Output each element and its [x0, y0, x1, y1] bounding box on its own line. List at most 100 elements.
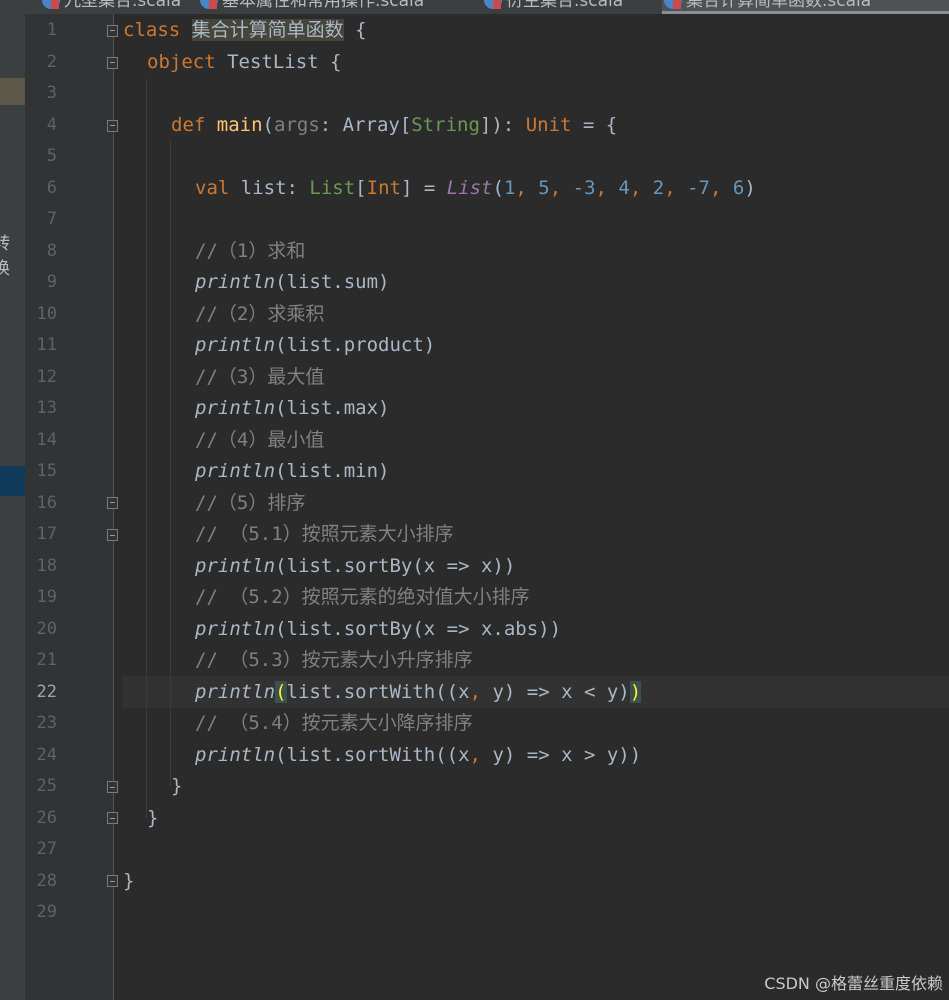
line-number-current[interactable]: 22: [25, 677, 57, 708]
code-line-4[interactable]: def main(args: Array[String]): Unit = {: [171, 110, 617, 141]
fold-end-icon[interactable]: [107, 781, 118, 793]
number: 5: [538, 177, 550, 199]
code-line-26[interactable]: }: [147, 803, 158, 834]
line-number[interactable]: 28: [25, 866, 57, 897]
keyword: object: [147, 51, 216, 73]
code-text: (list.sortBy(x => x.abs)): [275, 618, 562, 640]
type-name: List: [309, 177, 356, 199]
code-line-20[interactable]: println(list.sortBy(x => x.abs)): [195, 614, 561, 645]
line-number[interactable]: 2: [25, 47, 57, 78]
code-line-24[interactable]: println(list.sortWith((x, y) => x > y)): [195, 740, 641, 771]
code-comment[interactable]: //（4）最小值: [195, 425, 324, 456]
tab-basic-attributes[interactable]: 基本属性和常用操作.scala: [198, 0, 424, 13]
keyword: class: [123, 19, 181, 41]
code-line-28[interactable]: }: [123, 866, 134, 897]
function-call: println: [195, 271, 276, 293]
line-number[interactable]: 5: [25, 141, 57, 172]
line-number[interactable]: 6: [25, 173, 57, 204]
line-number[interactable]: 25: [25, 771, 57, 802]
fold-toggle-icon[interactable]: [107, 497, 118, 509]
line-number[interactable]: 10: [25, 299, 57, 330]
fold-toggle-icon[interactable]: [107, 57, 118, 69]
tool-strip-selection[interactable]: [0, 466, 25, 496]
fold-end-icon[interactable]: [107, 812, 118, 824]
line-number[interactable]: 7: [25, 204, 57, 235]
left-tool-strip: 转换: [0, 0, 25, 1000]
line-number[interactable]: 1: [25, 15, 57, 46]
code-line-2[interactable]: object TestList {: [147, 47, 341, 78]
code-comment[interactable]: // （5.3）按元素大小升序排序: [195, 645, 473, 676]
number: 1: [503, 177, 516, 199]
line-number[interactable]: 29: [25, 897, 57, 928]
line-number[interactable]: 3: [25, 78, 57, 109]
code-comment[interactable]: // （5.4）按元素大小降序排序: [195, 708, 473, 739]
tab-derived-collections[interactable]: 衍生集合.scala: [482, 0, 623, 13]
line-number[interactable]: 19: [25, 582, 57, 613]
line-number[interactable]: 15: [25, 456, 57, 487]
code-text: ]):: [479, 114, 526, 136]
keyword: val: [195, 177, 230, 199]
line-number[interactable]: 16: [25, 488, 57, 519]
fold-toggle-icon[interactable]: [107, 120, 118, 132]
line-number[interactable]: 23: [25, 708, 57, 739]
indent-guide: [170, 141, 171, 786]
indent-guide: [146, 78, 147, 818]
code-text: : Array[: [319, 114, 412, 136]
line-number[interactable]: 27: [25, 834, 57, 865]
class-name: 集合计算简单函数: [191, 19, 344, 41]
line-number[interactable]: 9: [25, 267, 57, 298]
fold-end-icon[interactable]: [107, 529, 118, 541]
code-comment[interactable]: //（1）求和: [195, 236, 305, 267]
tab-collection-functions[interactable]: 集合计算简单函数.scala: [662, 0, 949, 14]
code-comment[interactable]: //（2）求乘积: [195, 299, 324, 330]
code-line-1[interactable]: class 集合计算简单函数 {: [123, 15, 367, 46]
line-number[interactable]: 18: [25, 551, 57, 582]
code-comment[interactable]: // （5.1）按照元素大小排序: [195, 519, 454, 550]
matched-paren: ): [629, 681, 642, 703]
line-number[interactable]: 21: [25, 645, 57, 676]
line-number[interactable]: 14: [25, 425, 57, 456]
code-text: list:: [229, 177, 310, 199]
code-line-18[interactable]: println(list.sortBy(x => x)): [195, 551, 515, 582]
code-line-13[interactable]: println(list.max): [195, 393, 389, 424]
code-text: ): [744, 177, 756, 199]
scala-file-icon: [664, 0, 682, 9]
fold-toggle-icon[interactable]: [107, 25, 118, 37]
matched-paren: (: [275, 681, 287, 703]
line-number[interactable]: 13: [25, 393, 57, 424]
function-call: println: [195, 618, 276, 640]
line-number[interactable]: 11: [25, 330, 57, 361]
line-number[interactable]: 17: [25, 519, 57, 550]
function-call: println: [195, 681, 276, 703]
tab-nine-collections[interactable]: 九型集合.scala: [40, 0, 181, 13]
tab-label: 集合计算简单函数.scala: [686, 0, 872, 11]
line-number[interactable]: 24: [25, 740, 57, 771]
code-line-9[interactable]: println(list.sum): [195, 267, 389, 298]
line-number[interactable]: 26: [25, 803, 57, 834]
function-call: println: [195, 744, 276, 766]
tool-window-label[interactable]: 转换: [0, 229, 25, 279]
line-number[interactable]: 20: [25, 614, 57, 645]
parameter: args: [274, 114, 320, 136]
comma: ,: [469, 744, 481, 766]
editor-tab-bar: 九型集合.scala 基本属性和常用操作.scala 衍生集合.scala 集合…: [0, 0, 949, 14]
code-line-25[interactable]: }: [171, 771, 182, 802]
line-number[interactable]: 4: [25, 110, 57, 141]
scala-file-icon: [42, 0, 60, 9]
line-number[interactable]: 8: [25, 236, 57, 267]
scala-file-icon: [484, 0, 502, 9]
fold-end-icon[interactable]: [107, 875, 118, 887]
code-line-15[interactable]: println(list.min): [195, 456, 389, 487]
number: -7: [687, 177, 710, 199]
code-line-6[interactable]: val list: List[Int] = List(1, 5, -3, 4, …: [195, 173, 756, 204]
code-line-22[interactable]: println(list.sortWith((x, y) => x < y)): [195, 677, 642, 708]
code-text: TestList {: [215, 51, 342, 73]
code-comment[interactable]: //（3）最大值: [195, 362, 324, 393]
line-number[interactable]: 12: [25, 362, 57, 393]
code-comment[interactable]: // （5.2）按照元素的绝对值大小排序: [195, 582, 530, 613]
code-comment[interactable]: //（5）排序: [195, 488, 305, 519]
tool-strip-marker[interactable]: [0, 78, 25, 105]
type-name: Int: [366, 177, 401, 199]
code-line-11[interactable]: println(list.product): [195, 330, 435, 361]
function-name: main: [216, 114, 263, 136]
